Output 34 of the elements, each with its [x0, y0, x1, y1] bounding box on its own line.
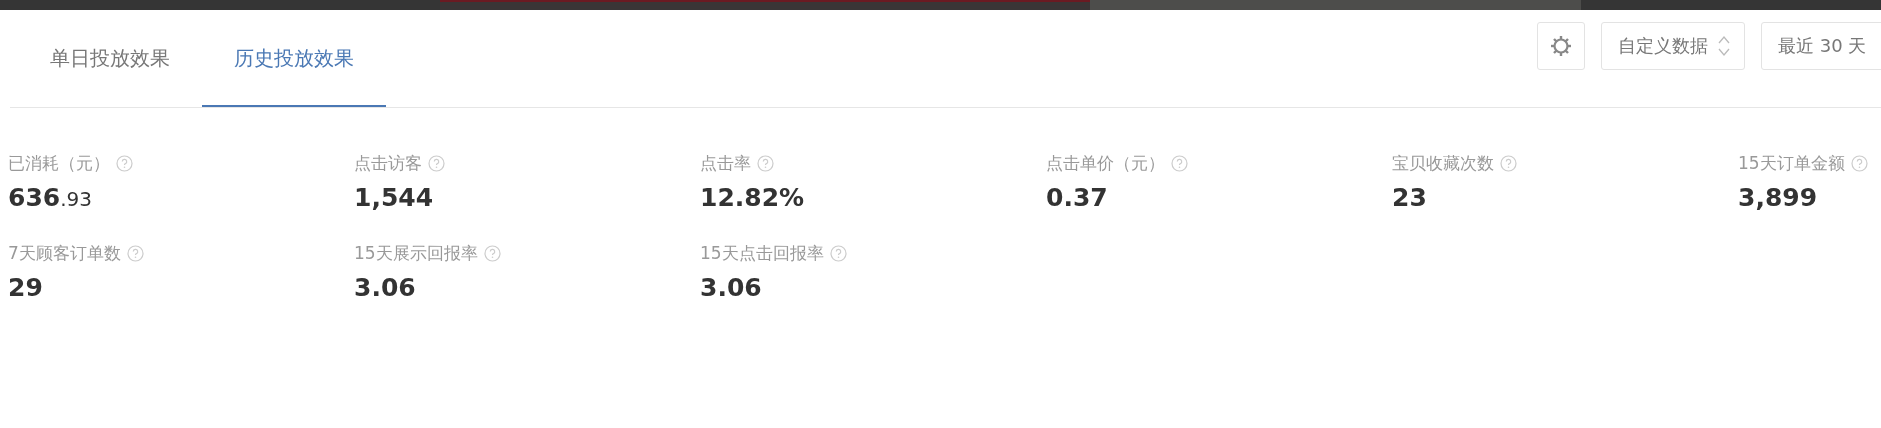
help-icon[interactable] [757, 155, 774, 172]
metric-value: 3.06 [700, 273, 763, 302]
date-range-dropdown[interactable]: 最近 30 天 [1761, 22, 1881, 70]
help-icon[interactable] [116, 155, 133, 172]
tab[interactable]: 历史投放效果 [202, 11, 386, 107]
tab[interactable]: 单日投放效果 [18, 11, 202, 107]
metric-label: 7天顾客订单数 [8, 242, 121, 265]
metric-value: 0.37 [1046, 183, 1109, 212]
help-icon[interactable] [829, 245, 847, 262]
metric-label: 宝贝收藏次数 [1392, 152, 1494, 175]
help-icon[interactable] [1850, 155, 1868, 172]
help-icon[interactable] [1500, 155, 1517, 172]
metric-label: 点击访客 [354, 152, 422, 175]
metric-value: 23 [1392, 183, 1428, 212]
metric-value: 12.82% [700, 183, 806, 212]
settings-button[interactable] [1537, 22, 1585, 70]
help-icon[interactable] [428, 155, 445, 172]
help-icon[interactable] [126, 245, 144, 262]
metric-label: 点击率 [700, 152, 751, 175]
metric-value: 3.06 [354, 273, 417, 302]
help-icon[interactable] [483, 245, 501, 262]
help-icon[interactable] [1171, 155, 1188, 172]
metric-label: 点击单价（元） [1046, 152, 1165, 175]
custom-data-dropdown[interactable]: 自定义数据 [1601, 22, 1745, 70]
metric-label: 15天点击回报率 [700, 242, 824, 265]
metric-label: 15天展示回报率 [354, 242, 478, 265]
metric-value: 29 [8, 273, 44, 302]
settings-icon [1550, 35, 1572, 57]
metric-value: 636.93 [8, 183, 93, 212]
metric-label: 15天订单金额 [1738, 152, 1845, 175]
metric-value: 1,544 [354, 183, 435, 212]
sort-caret-icon [1718, 35, 1730, 57]
metric-label: 已消耗（元） [8, 152, 110, 175]
metric-value: 3,899 [1738, 183, 1819, 212]
